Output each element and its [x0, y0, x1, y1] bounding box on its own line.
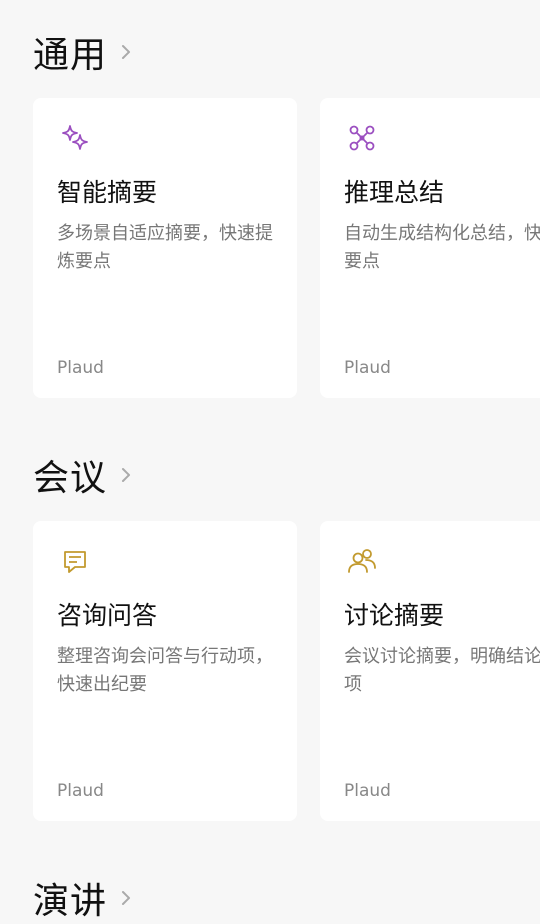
- chat-document-icon: [57, 543, 93, 579]
- template-card-smart-summary[interactable]: 智能摘要 多场景自适应摘要，快速提炼要点 Plaud: [33, 98, 297, 398]
- section-header-general[interactable]: 通用: [33, 28, 133, 76]
- chevron-right-icon: [119, 42, 133, 62]
- card-title: 推理总结: [344, 178, 445, 207]
- card-description: 自动生成结构化总结，快速把握要点: [344, 223, 540, 272]
- template-gallery: 通用 智能摘要 多场景自适应摘要，快速提炼要点 Plaud 推理总结 自动生成结…: [0, 0, 540, 924]
- network-nodes-icon: [344, 120, 380, 156]
- section-title: 通用: [33, 35, 108, 76]
- card-description: 多场景自适应摘要，快速提炼要点: [57, 223, 273, 272]
- card-title: 智能摘要: [57, 178, 158, 207]
- card-title: 讨论摘要: [344, 601, 445, 630]
- section-title: 会议: [33, 458, 108, 499]
- section-header-meeting[interactable]: 会议: [33, 451, 133, 499]
- template-card-discussion-summary[interactable]: 讨论摘要 会议讨论摘要，明确结论与行动项 Plaud: [320, 521, 540, 821]
- card-title: 咨询问答: [57, 601, 158, 630]
- template-card-reasoning-summary[interactable]: 推理总结 自动生成结构化总结，快速把握要点 Plaud: [320, 98, 540, 398]
- card-source: Plaud: [344, 358, 391, 378]
- card-source: Plaud: [57, 358, 104, 378]
- card-description: 会议讨论摘要，明确结论与行动项: [344, 646, 540, 695]
- section-title: 演讲: [33, 881, 108, 922]
- people-icon: [344, 543, 380, 579]
- sparkle-icon: [57, 120, 93, 156]
- card-source: Plaud: [57, 781, 104, 801]
- chevron-right-icon: [119, 888, 133, 908]
- chevron-right-icon: [119, 465, 133, 485]
- template-card-consulting-qa[interactable]: 咨询问答 整理咨询会问答与行动项，快速出纪要 Plaud: [33, 521, 297, 821]
- card-description: 整理咨询会问答与行动项，快速出纪要: [57, 646, 273, 695]
- card-source: Plaud: [344, 781, 391, 801]
- section-header-speech[interactable]: 演讲: [33, 874, 133, 922]
